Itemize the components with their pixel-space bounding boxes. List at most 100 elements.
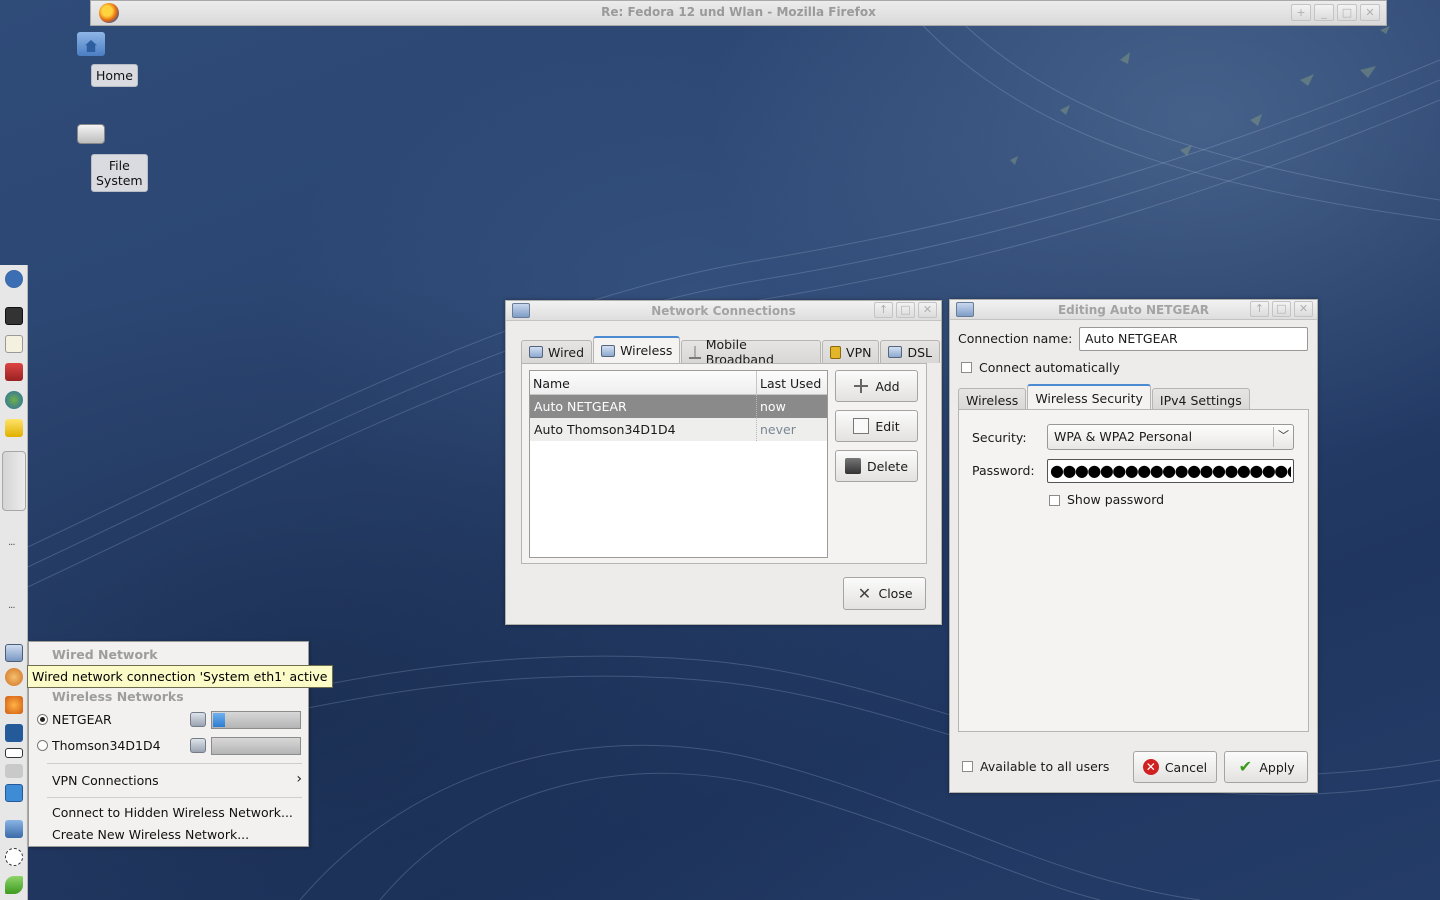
signal-strength-bar [211,711,301,729]
apply-button[interactable]: ✔ Apply [1224,751,1308,783]
tab-wireless-security[interactable]: Wireless Security [1027,384,1151,411]
connection-name-input[interactable]: Auto NETGEAR [1079,327,1308,351]
tab-wired-label: Wired [548,344,585,360]
available-all-users-checkbox[interactable] [962,761,973,772]
secure-network-icon [190,738,206,753]
tab-mobile-broadband[interactable]: Mobile Broadband [681,337,822,367]
close-icon: ✕ [857,583,872,603]
workspace-1-icon[interactable] [5,748,23,758]
notes-icon[interactable] [5,419,23,437]
firefox-maximize-button[interactable]: □ [1337,4,1357,21]
add-button-label: Add [875,378,900,394]
firefox-window-titlebar[interactable]: Re: Fedora 12 und Wlan - Mozilla Firefox… [90,0,1387,26]
row-name: Auto Thomson34D1D4 [534,422,676,437]
fedora-menu-icon[interactable] [5,270,23,288]
save-icon[interactable] [5,724,23,742]
shade-button[interactable]: ↑ [874,302,893,318]
close-window-button[interactable]: ✕ [918,302,937,318]
shade-button[interactable]: ↑ [1250,301,1269,317]
connect-automatically-checkbox[interactable] [961,362,972,373]
network-radio-selected [37,714,48,725]
desktop-icon-home[interactable]: Home [66,32,138,87]
column-header-name[interactable]: Name [533,376,570,391]
edit-button[interactable]: Edit [835,410,918,442]
security-select[interactable]: WPA & WPA2 Personal ﹀ [1047,424,1294,450]
add-button[interactable]: Add [835,370,918,402]
desktop-icon-filesystem[interactable]: File System [52,124,148,192]
connections-list[interactable]: Name Last Used Auto NETGEAR now Auto Tho… [529,370,828,558]
tab-wireless[interactable]: Wireless [593,336,681,363]
running-man-icon[interactable] [5,876,23,894]
network-applet-icon[interactable] [5,644,23,662]
maximize-button[interactable]: □ [1272,301,1291,317]
firefox-minimize-button[interactable]: _ [1314,4,1334,21]
tab-dsl[interactable]: DSL [880,340,940,363]
vpn-connections-menu-item[interactable]: VPN Connections › [29,770,308,792]
lock-icon [830,345,842,359]
close-window-button[interactable]: ✕ [1294,301,1313,317]
tab-vpn[interactable]: VPN [822,340,880,363]
web-browser-icon[interactable] [5,391,23,409]
search-icon[interactable] [5,668,23,686]
show-password-checkbox[interactable] [1049,495,1060,506]
maximize-button[interactable]: □ [896,302,915,318]
tab-ipv4-settings[interactable]: IPv4 Settings [1151,388,1250,411]
show-password-label: Show password [1067,492,1165,507]
network-connections-titlebar[interactable]: Network Connections ↑ □ ✕ [506,301,941,321]
network-item-thomson[interactable]: Thomson34D1D4 [29,735,308,757]
create-wireless-network-item[interactable]: Create New Wireless Network... [52,827,249,842]
plus-icon [853,378,870,394]
tab-wireless[interactable]: Wireless [958,388,1027,411]
wireless-tab-panel: Name Last Used Auto NETGEAR now Auto Tho… [521,363,927,564]
edit-button-label: Edit [875,418,900,434]
vpn-connections-label: VPN Connections [52,773,159,788]
delete-button[interactable]: Delete [835,450,918,482]
close-button-label: Close [878,586,913,601]
firefox-shade-button[interactable]: + [1291,4,1311,21]
clock-icon[interactable] [5,848,23,866]
connect-hidden-network-item[interactable]: Connect to Hidden Wireless Network... [52,805,293,820]
password-mask: ●●●●●●●●●●●●●●●●●●●●●●●●●●●●●● [1050,465,1291,478]
checkmark-icon: ✔ [1238,757,1253,776]
chevron-down-icon: ﹀ [1273,427,1293,447]
desktop-icon-filesystem-label: File System [91,154,148,192]
menu-separator [47,797,302,798]
desktop-icon-home-label: Home [91,64,138,87]
update-notifier-icon[interactable] [5,696,23,714]
network-item-netgear[interactable]: NETGEAR [29,709,308,731]
cancel-button-label: Cancel [1164,759,1208,775]
text-editor-icon[interactable] [5,335,23,353]
tab-wireless-label: Wireless [966,392,1019,408]
network-ssid: NETGEAR [52,712,112,727]
workspace-2-icon[interactable] [5,764,23,778]
password-label: Password: [972,463,1035,478]
table-row[interactable]: Auto Thomson34D1D4 never [530,418,827,441]
screenshot-icon[interactable] [5,820,23,838]
cancel-button[interactable]: ✕ Cancel [1133,751,1217,783]
tab-wired[interactable]: Wired [521,340,593,363]
password-field[interactable]: ●●●●●●●●●●●●●●●●●●●●●●●●●●●●●● [1047,459,1294,483]
wired-network-header: Wired Network [52,647,158,662]
delete-button-label: Delete [866,458,909,474]
security-label: Security: [972,430,1027,445]
wireless-networks-header: Wireless Networks [52,689,184,704]
connect-automatically-label: Connect automatically [979,360,1120,375]
tab-dsl-label: DSL [907,344,932,360]
workspace-3-icon[interactable] [5,784,23,802]
panel-scroll-handle[interactable] [2,451,26,511]
dsl-icon [888,346,903,358]
table-row[interactable]: Auto NETGEAR now [530,395,827,418]
firefox-close-button[interactable]: ✕ [1360,4,1380,21]
terminal-icon[interactable] [5,307,23,325]
row-name: Auto NETGEAR [534,399,627,414]
panel-separator: ··· [8,540,15,551]
edit-icon [853,418,870,434]
antenna-icon [689,345,701,359]
system-tools-icon[interactable] [5,363,23,381]
column-header-last-used[interactable]: Last Used [760,376,821,391]
tab-wireless-label: Wireless [620,343,673,358]
close-button[interactable]: ✕ Close [843,577,926,610]
list-header: Name Last Used [530,371,827,395]
edit-connection-titlebar[interactable]: Editing Auto NETGEAR ↑ □ ✕ [950,300,1317,320]
trash-icon [844,458,861,474]
